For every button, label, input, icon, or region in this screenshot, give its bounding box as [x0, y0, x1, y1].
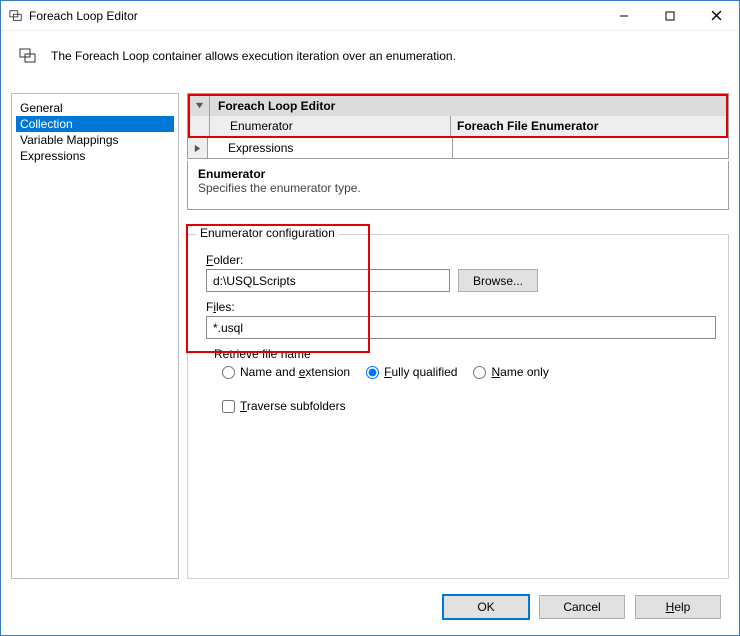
files-input[interactable]	[206, 316, 716, 339]
grid-row-expressions[interactable]: Expressions	[188, 138, 728, 158]
retrieve-label: Retrieve file name	[214, 347, 716, 361]
traverse-checkbox-label[interactable]: Traverse subfolders	[222, 399, 346, 413]
ok-button[interactable]: OK	[443, 595, 529, 619]
nav-item-variable-mappings[interactable]: Variable Mappings	[16, 132, 174, 148]
grid-row-enumerator[interactable]: Enumerator Foreach File Enumerator	[190, 116, 726, 136]
folder-row: Browse...	[206, 269, 716, 292]
dialog-window: Foreach Loop Editor The Foreach Loop con…	[0, 0, 740, 636]
property-description: Enumerator Specifies the enumerator type…	[187, 161, 729, 210]
expand-icon[interactable]	[188, 138, 208, 158]
grid-value-expressions[interactable]	[453, 138, 728, 158]
config-legend: Enumerator configuration	[196, 226, 339, 240]
traverse-checkbox[interactable]	[222, 400, 235, 413]
maximize-button[interactable]	[647, 1, 693, 30]
retrieve-radio-group: Name and extension Fully qualified Name …	[222, 365, 716, 379]
property-grid: Foreach Loop Editor Enumerator Foreach F…	[187, 93, 729, 159]
help-button[interactable]: Help	[635, 595, 721, 619]
grid-section-header[interactable]: Foreach Loop Editor	[190, 96, 726, 116]
close-button[interactable]	[693, 1, 739, 30]
titlebar: Foreach Loop Editor	[1, 1, 739, 31]
grid-row-gutter	[190, 116, 210, 136]
window-title: Foreach Loop Editor	[29, 9, 601, 23]
loop-editor-icon	[19, 47, 37, 65]
enumerator-config-group: Enumerator configuration Folder: Browse.…	[187, 234, 729, 579]
files-row	[206, 316, 716, 339]
radio-fully-qualified-input[interactable]	[366, 366, 379, 379]
nav-panel: General Collection Variable Mappings Exp…	[11, 93, 179, 579]
radio-name-only-input[interactable]	[473, 366, 486, 379]
browse-button[interactable]: Browse...	[458, 269, 538, 292]
radio-name-only[interactable]: Name only	[473, 365, 548, 379]
loop-editor-icon	[9, 9, 23, 23]
description-bar: The Foreach Loop container allows execut…	[1, 31, 739, 79]
description-text: The Foreach Loop container allows execut…	[51, 49, 456, 63]
grid-label-enumerator: Enumerator	[210, 116, 451, 136]
minimize-button[interactable]	[601, 1, 647, 30]
dialog-body: General Collection Variable Mappings Exp…	[1, 79, 739, 585]
main-panel: Foreach Loop Editor Enumerator Foreach F…	[187, 93, 729, 579]
dialog-footer: OK Cancel Help	[1, 585, 739, 635]
traverse-row: Traverse subfolders	[222, 399, 716, 416]
folder-input[interactable]	[206, 269, 450, 292]
highlight-box-grid: Foreach Loop Editor Enumerator Foreach F…	[188, 94, 728, 138]
nav-item-expressions[interactable]: Expressions	[16, 148, 174, 164]
folder-label: Folder:	[206, 253, 716, 267]
files-label: Files:	[206, 300, 716, 314]
nav-item-collection[interactable]: Collection	[16, 116, 174, 132]
nav-item-general[interactable]: General	[16, 100, 174, 116]
property-description-heading: Enumerator	[198, 167, 718, 181]
grid-label-expressions: Expressions	[208, 138, 453, 158]
radio-name-ext[interactable]: Name and extension	[222, 365, 350, 379]
window-controls	[601, 1, 739, 30]
grid-value-enumerator[interactable]: Foreach File Enumerator	[451, 116, 726, 136]
radio-fully-qualified[interactable]: Fully qualified	[366, 365, 457, 379]
collapse-icon[interactable]	[190, 96, 210, 116]
radio-name-ext-input[interactable]	[222, 366, 235, 379]
cancel-button[interactable]: Cancel	[539, 595, 625, 619]
grid-section-title: Foreach Loop Editor	[210, 96, 726, 116]
property-description-text: Specifies the enumerator type.	[198, 181, 718, 195]
